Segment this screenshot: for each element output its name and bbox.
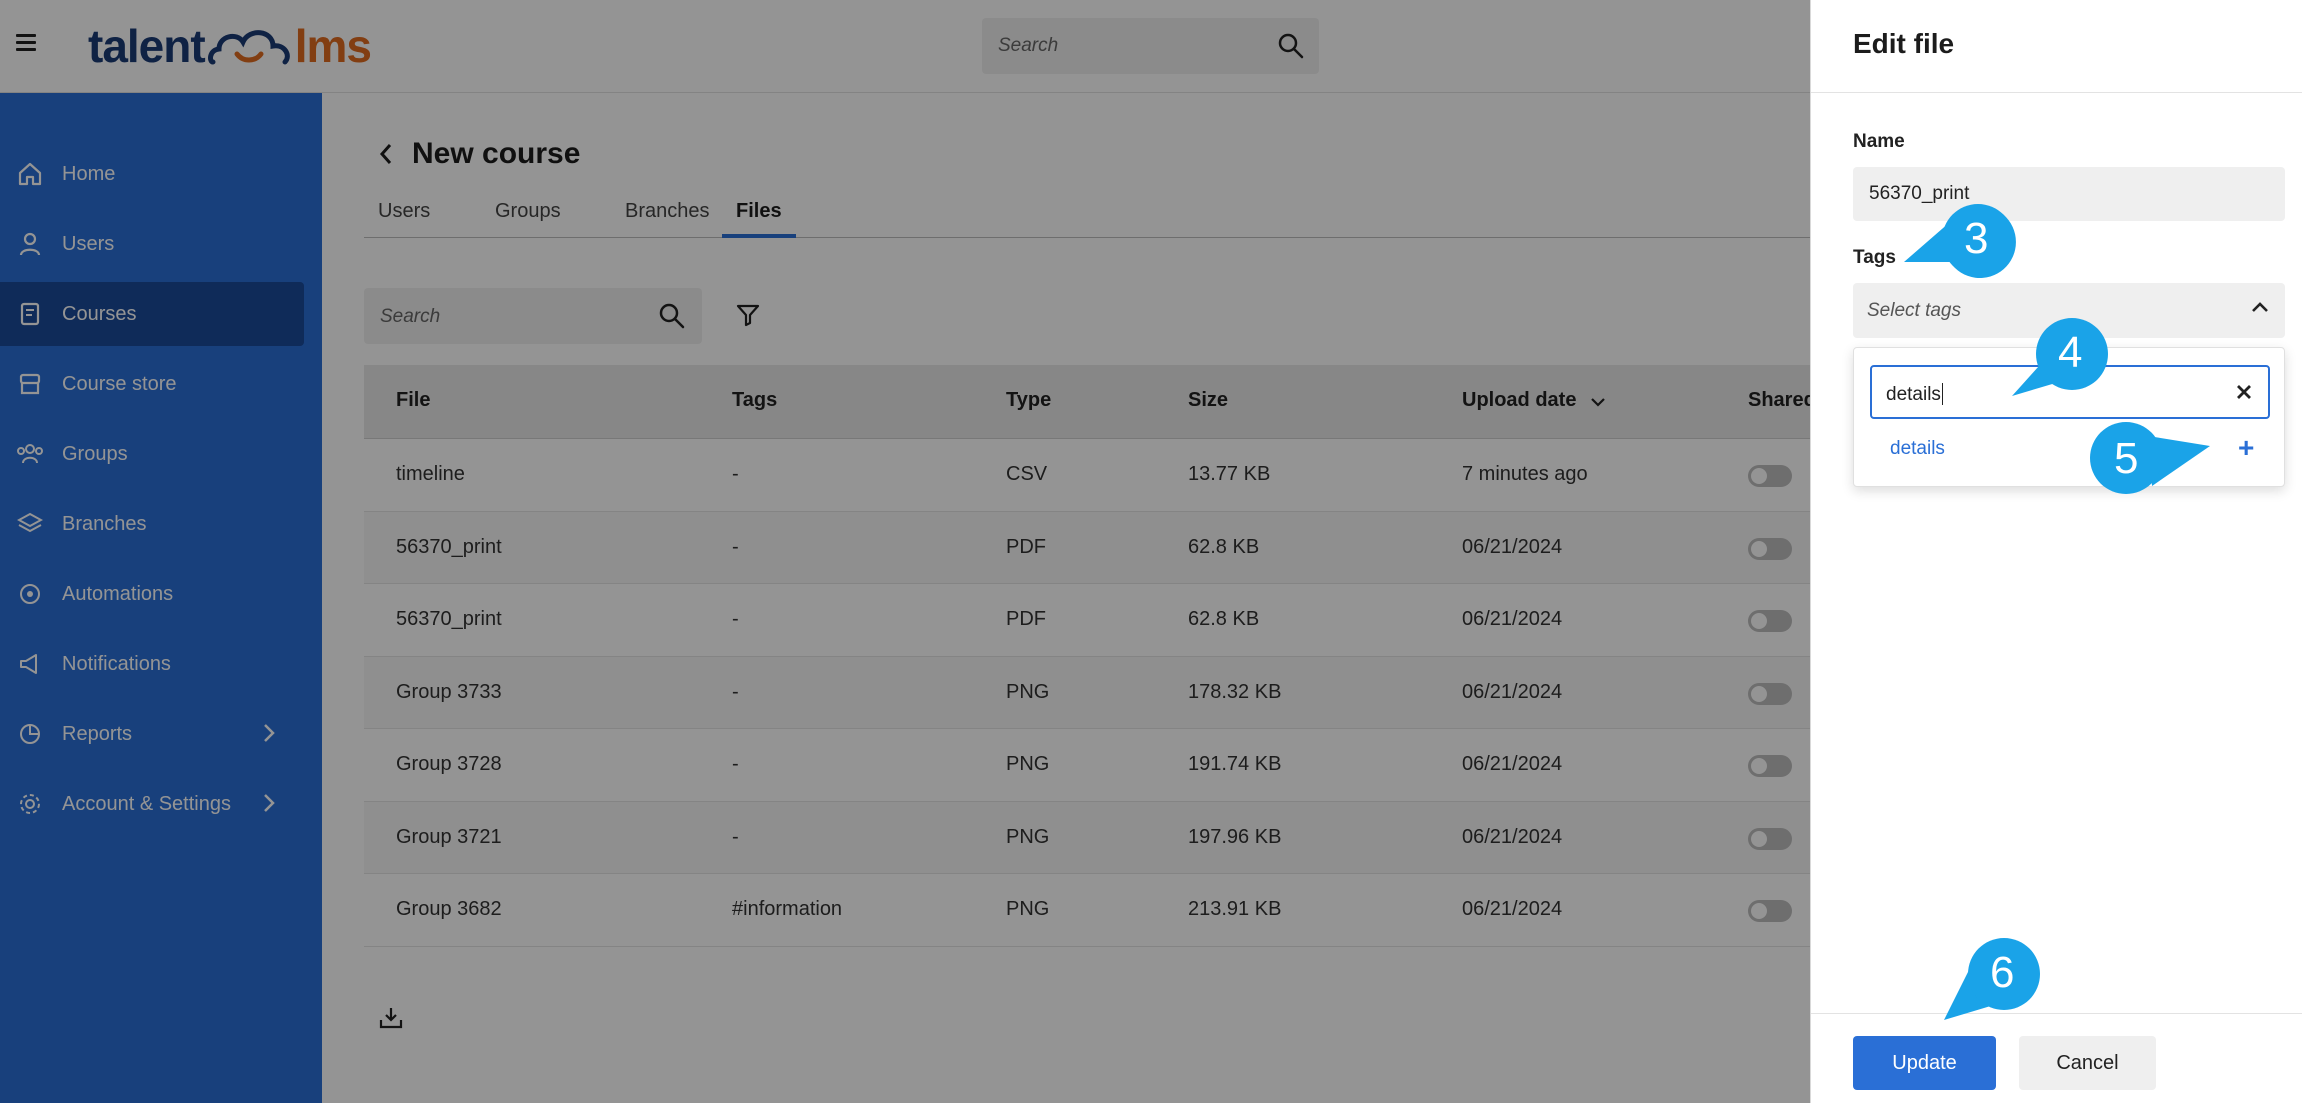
drawer-header: Edit file bbox=[1811, 0, 2302, 93]
callout-6: 6 bbox=[1940, 936, 2048, 1022]
callout-number: 4 bbox=[2058, 328, 2083, 377]
cancel-button[interactable]: Cancel bbox=[2019, 1036, 2156, 1090]
update-button[interactable]: Update bbox=[1853, 1036, 1996, 1090]
tag-option-details[interactable]: details bbox=[1890, 438, 1945, 460]
callout-3: 3 bbox=[1904, 200, 2024, 284]
drawer-title: Edit file bbox=[1853, 28, 1955, 59]
add-tag-button[interactable]: + bbox=[2238, 432, 2254, 464]
name-label: Name bbox=[1853, 131, 1905, 152]
callout-number: 3 bbox=[1964, 214, 1989, 263]
chevron-up-icon bbox=[2252, 302, 2268, 312]
edit-file-drawer: Edit file Name Tags Select tags details … bbox=[1810, 0, 2302, 1103]
callout-4: 4 bbox=[2006, 314, 2122, 400]
callout-number: 6 bbox=[1990, 948, 2015, 997]
callout-number: 5 bbox=[2114, 434, 2139, 483]
tag-search-value: details bbox=[1886, 384, 1941, 405]
drawer-footer: Update Cancel bbox=[1811, 1013, 2302, 1103]
callout-bubble bbox=[2090, 422, 2210, 494]
modal-backdrop[interactable] bbox=[0, 0, 1810, 1103]
tags-label: Tags bbox=[1853, 247, 1896, 268]
close-icon[interactable] bbox=[2236, 384, 2252, 400]
callout-5: 5 bbox=[2088, 420, 2212, 496]
tags-select-placeholder: Select tags bbox=[1867, 300, 1961, 321]
